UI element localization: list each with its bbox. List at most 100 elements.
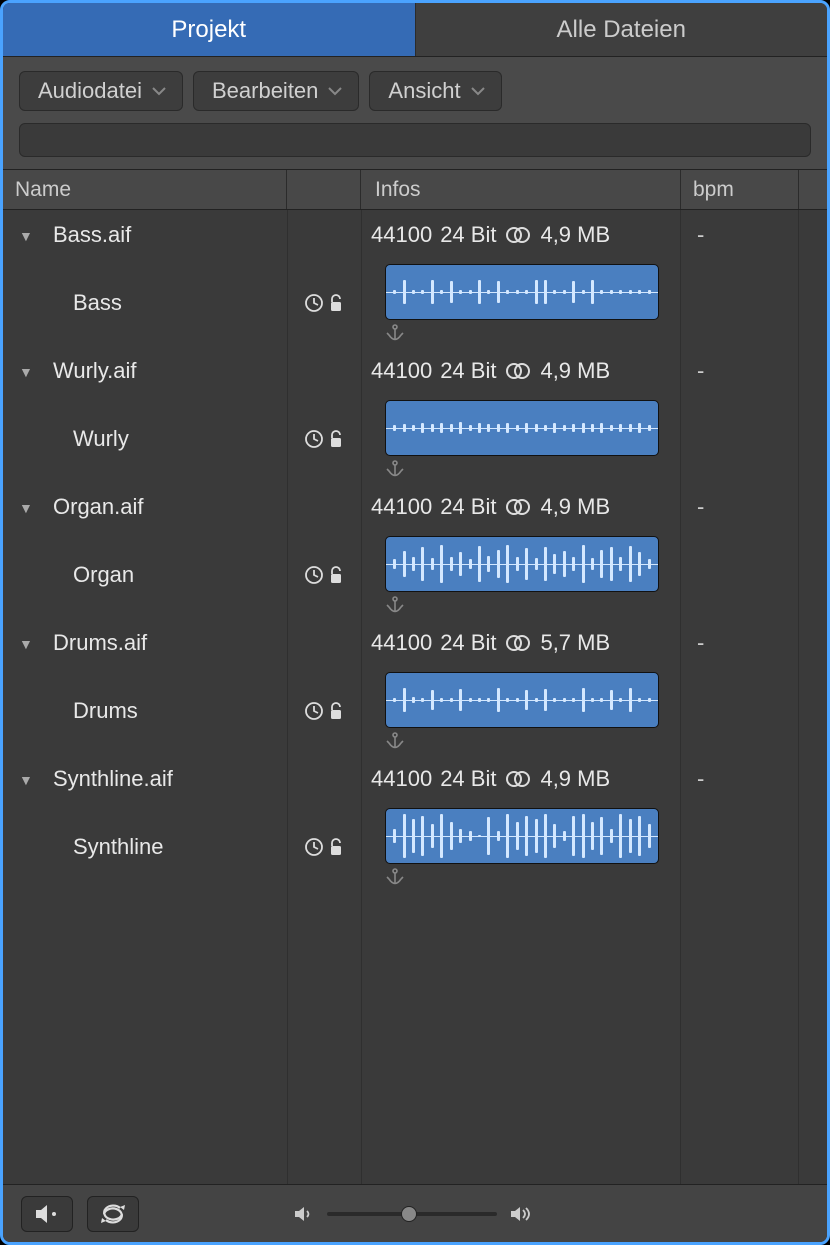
file-row[interactable]: ▼ Organ.aif 44100 24 Bit 4,9 MB - (3, 482, 827, 532)
stereo-icon (504, 498, 532, 516)
search-input[interactable] (19, 123, 811, 157)
waveform[interactable] (385, 400, 659, 456)
file-name: Drums.aif (39, 630, 273, 656)
file-name: Bass.aif (39, 222, 273, 248)
waveform[interactable] (385, 672, 659, 728)
tempo-icon (304, 701, 324, 721)
volume-control (293, 1205, 535, 1223)
speaker-icon (34, 1203, 60, 1225)
unlock-icon (328, 293, 344, 313)
project-audio-browser: Projekt Alle Dateien Audiodatei Bearbeit… (0, 0, 830, 1245)
file-bpm: - (681, 222, 799, 248)
unlock-icon (328, 701, 344, 721)
file-row[interactable]: ▼ Synthline.aif 44100 24 Bit 4,9 MB - (3, 754, 827, 804)
file-size: 4,9 MB (540, 358, 610, 384)
file-list: ▼ Bass.aif 44100 24 Bit 4,9 MB - Bass (3, 210, 827, 1184)
volume-low-icon (293, 1205, 315, 1223)
file-size: 5,7 MB (540, 630, 610, 656)
tab-all-files[interactable]: Alle Dateien (416, 3, 828, 56)
stereo-icon (504, 362, 532, 380)
region-status-icons (287, 396, 361, 482)
stereo-icon (504, 634, 532, 652)
column-end (799, 170, 827, 209)
edit-menu-label: Bearbeiten (212, 78, 318, 104)
view-menu-label: Ansicht (388, 78, 460, 104)
file-name: Wurly.aif (39, 358, 273, 384)
file-bpm: - (681, 630, 799, 656)
volume-slider[interactable] (327, 1212, 497, 1216)
file-bpm: - (681, 766, 799, 792)
disclosure-triangle-icon[interactable]: ▼ (19, 226, 39, 244)
region-name: Wurly (3, 396, 287, 482)
preview-play-button[interactable] (21, 1196, 73, 1232)
file-info: 44100 24 Bit 4,9 MB (347, 358, 681, 384)
tab-project[interactable]: Projekt (3, 3, 416, 56)
column-info[interactable]: Infos (361, 170, 681, 209)
audiofile-menu[interactable]: Audiodatei (19, 71, 183, 111)
toolbar: Audiodatei Bearbeiten Ansicht (3, 57, 827, 170)
footer-bar (3, 1184, 827, 1242)
file-row[interactable]: ▼ Drums.aif 44100 24 Bit 5,7 MB - (3, 618, 827, 668)
anchor-icon (385, 732, 405, 750)
file-size: 4,9 MB (540, 494, 610, 520)
file-name: Synthline.aif (39, 766, 273, 792)
volume-high-icon (509, 1205, 535, 1223)
audiofile-menu-label: Audiodatei (38, 78, 142, 104)
file-row[interactable]: ▼ Wurly.aif 44100 24 Bit 4,9 MB - (3, 346, 827, 396)
stereo-icon (504, 770, 532, 788)
unlock-icon (328, 565, 344, 585)
anchor-icon (385, 868, 405, 886)
file-info: 44100 24 Bit 4,9 MB (347, 494, 681, 520)
file-info: 44100 24 Bit 4,9 MB (347, 766, 681, 792)
column-bpm[interactable]: bpm (681, 170, 799, 209)
sample-rate: 44100 (371, 222, 432, 248)
sample-rate: 44100 (371, 494, 432, 520)
tempo-icon (304, 429, 324, 449)
stereo-icon (504, 226, 532, 244)
region-status-icons (287, 532, 361, 618)
region-row[interactable]: Organ (3, 532, 827, 618)
unlock-icon (328, 429, 344, 449)
region-row[interactable]: Synthline (3, 804, 827, 890)
column-name[interactable]: Name (3, 170, 287, 209)
unlock-icon (328, 837, 344, 857)
region-name: Bass (3, 260, 287, 346)
column-icons[interactable] (287, 170, 361, 209)
loop-button[interactable] (87, 1196, 139, 1232)
file-size: 4,9 MB (540, 766, 610, 792)
region-row[interactable]: Wurly (3, 396, 827, 482)
bit-depth: 24 Bit (440, 766, 496, 792)
slider-thumb[interactable] (401, 1206, 417, 1222)
loop-icon (98, 1204, 128, 1224)
edit-menu[interactable]: Bearbeiten (193, 71, 359, 111)
region-name: Synthline (3, 804, 287, 890)
waveform[interactable] (385, 808, 659, 864)
anchor-icon (385, 324, 405, 342)
view-menu[interactable]: Ansicht (369, 71, 501, 111)
disclosure-triangle-icon[interactable]: ▼ (19, 498, 39, 516)
disclosure-triangle-icon[interactable]: ▼ (19, 634, 39, 652)
region-row[interactable]: Drums (3, 668, 827, 754)
bit-depth: 24 Bit (440, 494, 496, 520)
bit-depth: 24 Bit (440, 358, 496, 384)
file-row[interactable]: ▼ Bass.aif 44100 24 Bit 4,9 MB - (3, 210, 827, 260)
region-name: Drums (3, 668, 287, 754)
disclosure-triangle-icon[interactable]: ▼ (19, 362, 39, 380)
waveform[interactable] (385, 264, 659, 320)
sample-rate: 44100 (371, 630, 432, 656)
region-status-icons (287, 804, 361, 890)
anchor-icon (385, 460, 405, 478)
tempo-icon (304, 837, 324, 857)
file-size: 4,9 MB (540, 222, 610, 248)
sample-rate: 44100 (371, 766, 432, 792)
region-status-icons (287, 260, 361, 346)
file-info: 44100 24 Bit 5,7 MB (347, 630, 681, 656)
waveform[interactable] (385, 536, 659, 592)
bit-depth: 24 Bit (440, 630, 496, 656)
file-bpm: - (681, 358, 799, 384)
region-row[interactable]: Bass (3, 260, 827, 346)
tab-bar: Projekt Alle Dateien (3, 3, 827, 57)
sample-rate: 44100 (371, 358, 432, 384)
disclosure-triangle-icon[interactable]: ▼ (19, 770, 39, 788)
file-name: Organ.aif (39, 494, 273, 520)
